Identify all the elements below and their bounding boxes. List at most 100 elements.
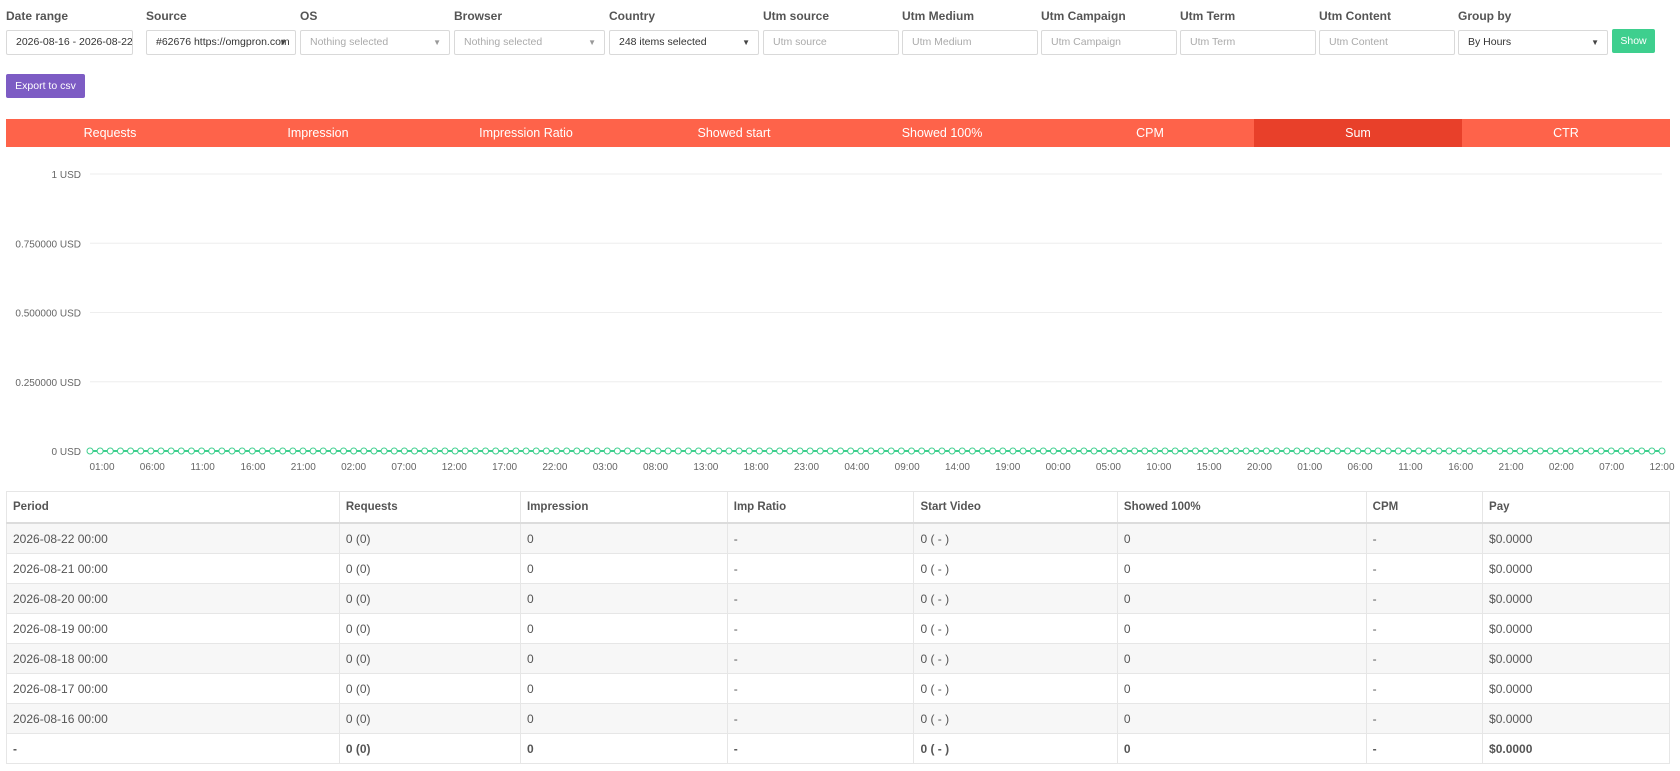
data-point <box>106 447 114 455</box>
data-point <box>1212 447 1220 455</box>
table-cell: 0 <box>520 553 728 584</box>
column-header[interactable]: Pay <box>1482 491 1670 524</box>
x-tick-label: 07:00 <box>391 462 416 473</box>
date-range-label: Date range <box>6 9 69 23</box>
table-cell: - <box>726 643 915 674</box>
data-point <box>1404 447 1412 455</box>
data-point <box>1060 447 1068 455</box>
stats-table: Period Requests Impression Imp Ratio Start V… <box>6 491 1670 764</box>
data-point <box>1587 447 1595 455</box>
data-point <box>1425 447 1433 455</box>
utm-source-input[interactable]: Utm source <box>763 30 899 55</box>
data-point <box>1100 447 1108 455</box>
data-point <box>766 447 774 455</box>
table-cell: $0.0000 <box>1482 703 1670 734</box>
data-point <box>1131 447 1139 455</box>
utm-term-label: Utm Term <box>1180 9 1236 23</box>
column-header[interactable]: Period <box>6 491 340 524</box>
utm-source-label: Utm source <box>763 9 830 23</box>
caret-down-icon: ▼ <box>742 38 750 47</box>
table-row: 2026-08-21 00:00 0 (0) 0-0 ( - ) 0- $0.0000 <box>6 553 1670 584</box>
data-point <box>1638 447 1646 455</box>
data-point <box>705 447 713 455</box>
table-cell: 2026-08-18 00:00 <box>6 643 340 674</box>
data-point <box>127 447 135 455</box>
utm-content-input[interactable]: Utm Content <box>1319 30 1455 55</box>
data-point <box>1222 447 1230 455</box>
export-csv-button[interactable]: Export to csv <box>6 74 85 98</box>
data-point <box>1658 447 1666 455</box>
data-point <box>1567 447 1575 455</box>
table-cell: 0 (0) <box>338 643 522 674</box>
column-header[interactable]: Showed 100% <box>1116 491 1367 524</box>
x-tick-label: 16:00 <box>240 462 265 473</box>
data-point <box>380 447 388 455</box>
table-cell: 2026-08-22 00:00 <box>6 522 340 554</box>
x-tick-label: 16:00 <box>1448 462 1473 473</box>
x-tick-label: 18:00 <box>744 462 769 473</box>
table-cell: $0.0000 <box>1482 583 1670 614</box>
tab-sum[interactable]: Sum <box>1254 119 1462 147</box>
column-header[interactable]: CPM <box>1365 491 1484 524</box>
tab-showed-100[interactable]: Showed 100% <box>838 119 1046 147</box>
column-header[interactable]: Start Video <box>913 491 1118 524</box>
tab-requests[interactable]: Requests <box>6 119 214 147</box>
data-point <box>938 447 946 455</box>
utm-medium-input[interactable]: Utm Medium <box>902 30 1038 55</box>
table-cell: 0 <box>1116 553 1367 584</box>
data-point <box>1597 447 1605 455</box>
x-tick-label: 23:00 <box>794 462 819 473</box>
show-button[interactable]: Show <box>1612 29 1655 53</box>
source-select[interactable]: #62676 https://omgpron.com ▼ <box>146 30 296 55</box>
data-point <box>989 447 997 455</box>
table-total-cell: - <box>726 733 915 764</box>
data-point <box>684 447 692 455</box>
data-point <box>1181 447 1189 455</box>
column-header[interactable]: Impression <box>520 491 728 524</box>
data-point <box>411 447 419 455</box>
table-cell: 0 <box>520 703 728 734</box>
tab-cpm[interactable]: CPM <box>1046 119 1254 147</box>
table-cell: 2026-08-17 00:00 <box>6 673 340 704</box>
data-point <box>350 447 358 455</box>
tab-impression-ratio[interactable]: Impression Ratio <box>422 119 630 147</box>
date-range-input[interactable]: 2026-08-16 - 2026-08-22 <box>6 30 133 55</box>
x-tick-label: 12:00 <box>442 462 467 473</box>
column-header[interactable]: Imp Ratio <box>726 491 915 524</box>
data-point <box>603 447 611 455</box>
tab-showed-start[interactable]: Showed start <box>630 119 838 147</box>
x-tick-label: 14:00 <box>945 462 970 473</box>
data-point <box>715 447 723 455</box>
x-tick-label: 13:00 <box>693 462 718 473</box>
x-tick-label: 02:00 <box>1549 462 1574 473</box>
data-point <box>593 447 601 455</box>
os-select[interactable]: Nothing selected ▼ <box>300 30 450 55</box>
utm-term-input[interactable]: Utm Term <box>1180 30 1316 55</box>
utm-content-label: Utm Content <box>1319 9 1391 23</box>
browser-select[interactable]: Nothing selected ▼ <box>454 30 605 55</box>
browser-filter: Browser Nothing selected ▼ <box>454 8 605 55</box>
data-point <box>187 447 195 455</box>
table-cell: 0 ( - ) <box>913 583 1118 614</box>
column-header[interactable]: Requests <box>338 491 522 524</box>
data-point <box>1242 447 1250 455</box>
caret-down-icon: ▼ <box>433 38 441 47</box>
table-cell: 0 (0) <box>338 613 522 644</box>
os-filter: OS Nothing selected ▼ <box>300 8 450 55</box>
data-point <box>248 447 256 455</box>
data-point <box>329 447 337 455</box>
data-point <box>1648 447 1656 455</box>
data-point <box>299 447 307 455</box>
browser-select-value: Nothing selected <box>464 36 543 48</box>
table-row: 2026-08-20 00:00 0 (0) 0-0 ( - ) 0- $0.0000 <box>6 583 1670 614</box>
country-select[interactable]: 248 items selected ▼ <box>609 30 759 55</box>
utm-campaign-input[interactable]: Utm Campaign <box>1041 30 1177 55</box>
caret-down-icon: ▼ <box>1591 38 1599 47</box>
data-point <box>177 447 185 455</box>
tab-impression[interactable]: Impression <box>214 119 422 147</box>
x-tick-label: 07:00 <box>1599 462 1624 473</box>
data-point <box>806 447 814 455</box>
tab-ctr[interactable]: CTR <box>1462 119 1670 147</box>
data-point <box>583 447 591 455</box>
group-by-select[interactable]: By Hours ▼ <box>1458 30 1608 55</box>
